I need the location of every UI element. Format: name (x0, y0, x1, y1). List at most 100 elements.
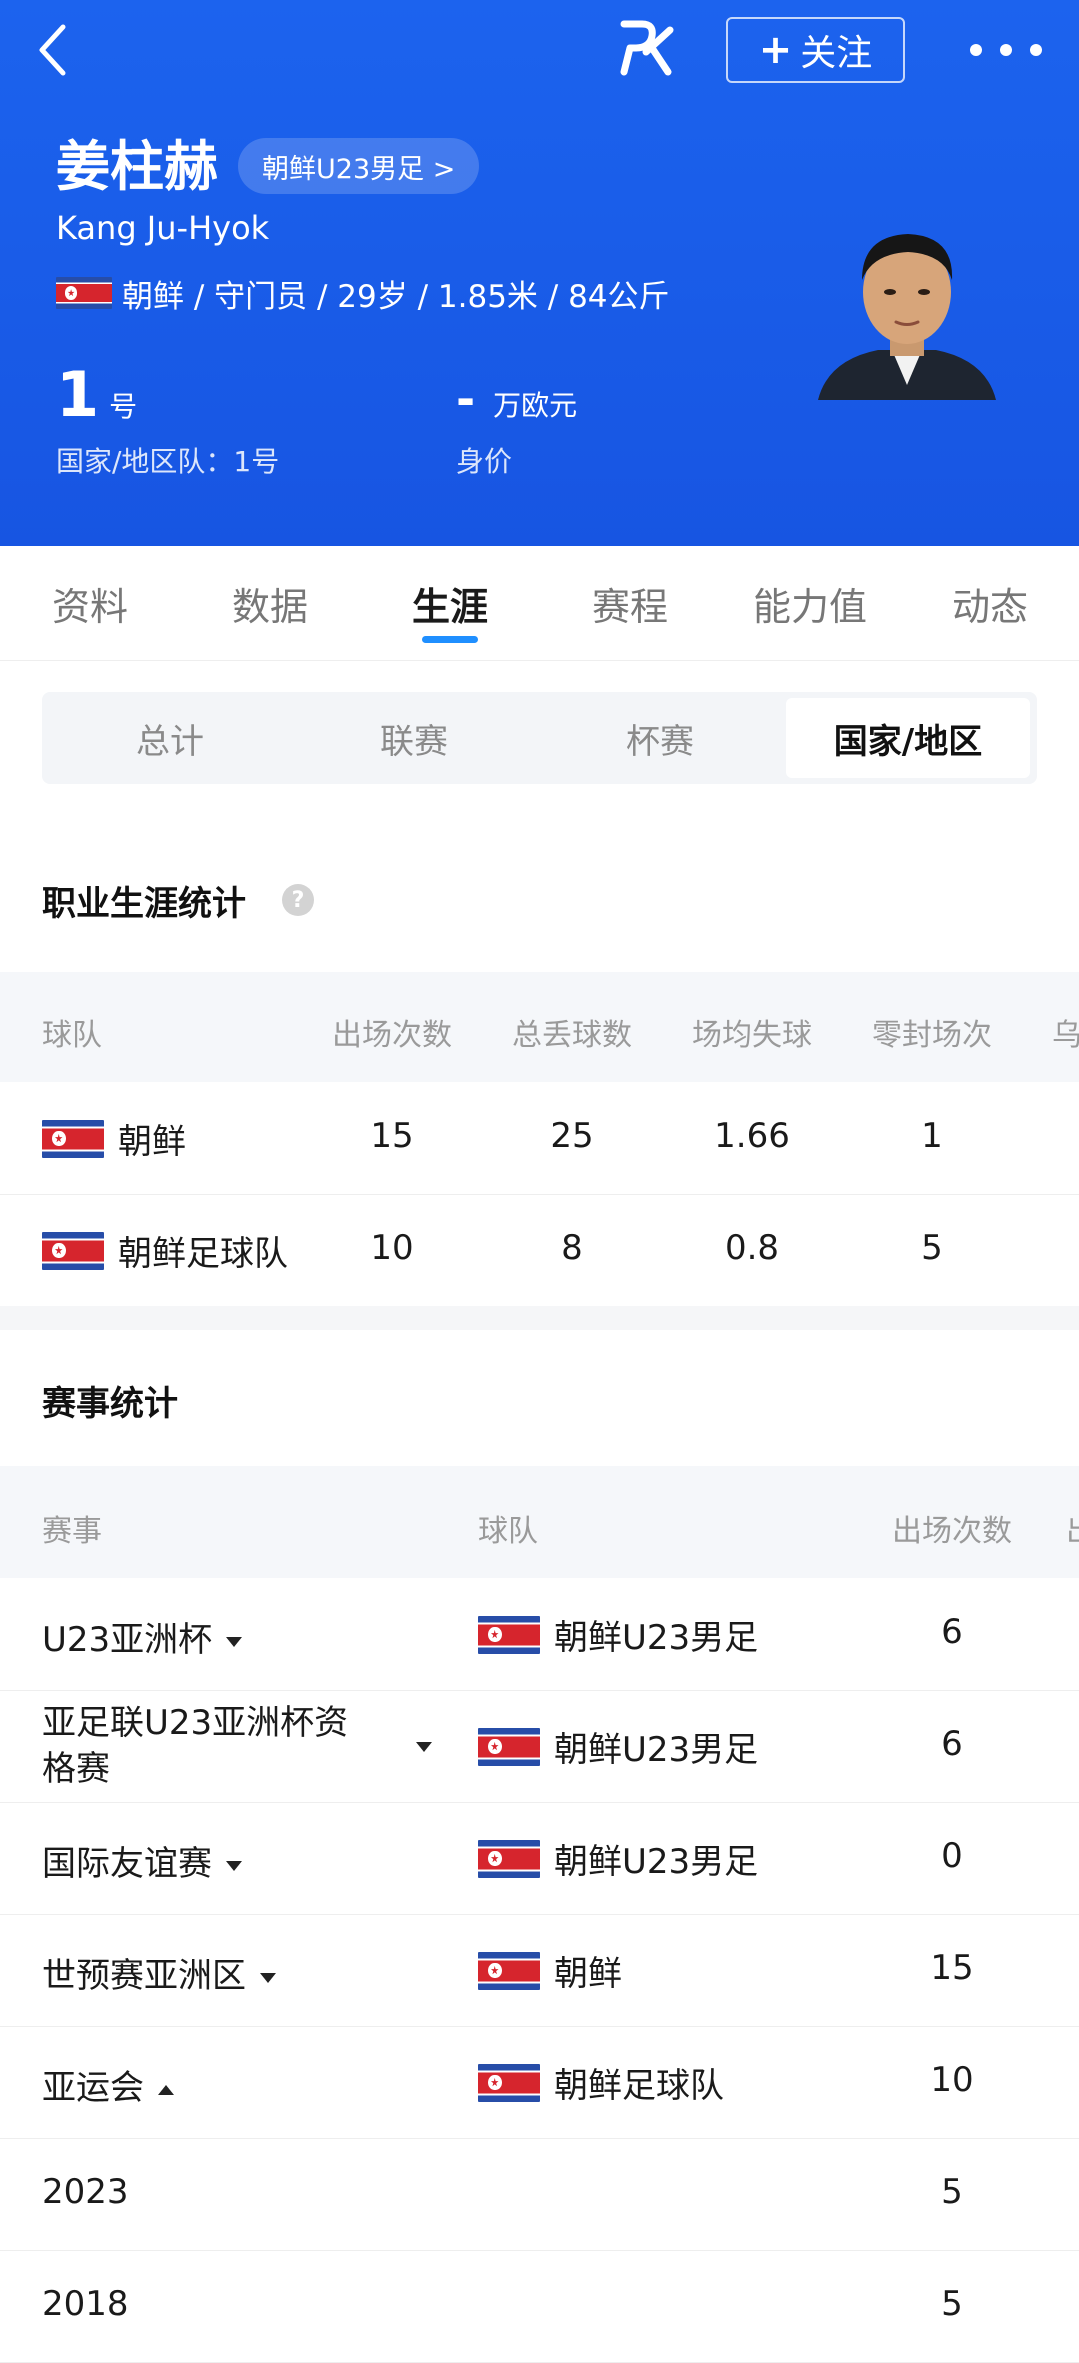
table-row[interactable]: 亚足联U23亚洲杯资 格赛 朝鲜U23男足 6 (0, 1690, 1079, 1803)
appearances-value: 0 (941, 1836, 963, 1876)
competition-name-line1: 亚足联U23亚洲杯资 (42, 1703, 349, 1743)
competition-name-line2: 格赛 (42, 1749, 110, 1789)
north-korea-flag-icon (478, 1839, 540, 1878)
north-korea-flag-icon (478, 1951, 540, 1990)
col-team: 球队 (478, 1514, 538, 1549)
competition-name-text: 亚运会 (42, 2068, 144, 2108)
competition-name[interactable]: 世预赛亚洲区 (42, 1948, 276, 1997)
tab-schedule[interactable]: 赛程 (540, 576, 720, 631)
appearances-value: 15 (930, 1948, 974, 1988)
team-cell: 朝鲜足球队 (42, 1226, 288, 1275)
season-year: 2018 (42, 2284, 129, 2324)
col-goals-conceded: 总丢球数 (512, 1018, 632, 1053)
goals-conceded-value: 8 (561, 1228, 583, 1268)
table-row[interactable]: 世预赛亚洲区 朝鲜 15 (0, 1914, 1079, 2027)
appearances-value: 10 (930, 2060, 974, 2100)
team-name: 朝鲜足球队 (554, 2066, 724, 2106)
appearances-value: 10 (370, 1228, 414, 1268)
player-info-text: 朝鲜 / 守门员 / 29岁 / 1.85米 / 84公斤 (122, 278, 670, 315)
market-value: - 万欧元 (456, 372, 577, 426)
career-table-header: 球队 出场次数 总丢球数 场均失球 零封场次 乌 (0, 972, 1079, 1082)
player-name: 姜柱赫 (56, 135, 218, 198)
market-value-amount: - (456, 372, 476, 426)
table-row[interactable]: 朝鲜足球队 10 8 0.8 5 (0, 1194, 1079, 1306)
competition-name[interactable]: U23亚洲杯 (42, 1612, 243, 1661)
col-appearances: 出场次数 (332, 1018, 452, 1053)
team-link[interactable]: 朝鲜U23男足 > (238, 138, 480, 194)
avg-conceded-value: 1.66 (714, 1116, 790, 1156)
back-button[interactable] (28, 20, 76, 80)
caret-up-icon (158, 2084, 174, 2095)
tab-profile[interactable]: 资料 (0, 576, 180, 631)
competition-table-header: 赛事 球队 出场次数 出 (0, 1466, 1079, 1578)
table-row[interactable]: U23亚洲杯 朝鲜U23男足 6 (0, 1578, 1079, 1691)
team-cell: 朝鲜U23男足 (478, 1610, 758, 1659)
avg-conceded-value: 0.8 (724, 1228, 780, 1268)
col-truncated: 出 (1066, 1506, 1079, 1550)
player-info: 朝鲜 / 守门员 / 29岁 / 1.85米 / 84公斤 (56, 268, 670, 318)
active-tab-indicator (422, 636, 478, 643)
segment-cup[interactable]: 杯赛 (538, 698, 782, 778)
follow-button[interactable]: + 关注 (726, 17, 905, 83)
tab-ability[interactable]: 能力值 (720, 576, 900, 631)
help-icon[interactable]: ? (282, 884, 314, 916)
clean-sheets-value: 5 (921, 1228, 943, 1268)
tab-career[interactable]: 生涯 (360, 576, 540, 631)
shirt-number-value: 1 (56, 358, 100, 431)
player-header: + 关注 姜柱赫 朝鲜U23男足 > Kang Ju-Hyok 朝鲜 / 守门员… (0, 0, 1079, 546)
main-tabs: 资料 数据 生涯 赛程 能力值 动态 (0, 546, 1079, 661)
col-clean-sheets: 零封场次 (872, 1018, 992, 1053)
goals-conceded-value: 25 (550, 1116, 594, 1156)
col-team: 球队 (42, 1018, 102, 1053)
segment-national[interactable]: 国家/地区 (786, 698, 1030, 778)
table-row: 2023 5 (0, 2138, 1079, 2251)
market-value-label: 身价 (456, 445, 513, 478)
player-english-name: Kang Ju-Hyok (56, 209, 270, 247)
shirt-number-unit: 号 (109, 390, 138, 423)
north-korea-flag-icon (56, 277, 112, 309)
team-name: 朝鲜U23男足 (554, 1618, 759, 1658)
caret-down-icon (226, 1636, 243, 1647)
col-competition: 赛事 (42, 1514, 102, 1549)
more-options-button[interactable] (970, 30, 1042, 70)
caret-down-icon (226, 1860, 242, 1871)
table-row[interactable]: 朝鲜 15 25 1.66 1 (0, 1082, 1079, 1195)
table-row[interactable]: 国际友谊赛 朝鲜U23男足 0 (0, 1802, 1079, 1915)
competition-name-text: U23亚洲杯 (42, 1620, 213, 1660)
competition-name[interactable]: 亚运会 (42, 2060, 174, 2109)
dot-icon (1000, 44, 1012, 56)
market-value-unit: 万欧元 (493, 389, 578, 422)
national-number-label: 国家/地区队：1号 (56, 445, 280, 478)
north-korea-flag-icon (478, 1727, 540, 1766)
segment-total[interactable]: 总计 (48, 698, 292, 778)
plus-icon: + (758, 27, 793, 73)
career-stats-title: 职业生涯统计 (42, 884, 246, 924)
team-cell: 朝鲜U23男足 (478, 1834, 758, 1883)
caret-down-icon[interactable] (416, 1742, 432, 1752)
table-row[interactable]: 亚运会 朝鲜足球队 10 (0, 2026, 1079, 2139)
player-photo (818, 234, 996, 400)
segment-league[interactable]: 联赛 (292, 698, 536, 778)
team-name: 朝鲜U23男足 (554, 1842, 759, 1882)
appearances-value: 6 (941, 1724, 963, 1764)
north-korea-flag-icon (42, 1119, 104, 1158)
team-cell: 朝鲜 (42, 1114, 186, 1163)
appearances-value: 5 (941, 2284, 963, 2324)
appearances-value: 6 (941, 1612, 963, 1652)
col-avg-conceded: 场均失球 (692, 1018, 812, 1053)
pk-logo-icon (620, 20, 674, 76)
competition-name-text: 国际友谊赛 (42, 1844, 212, 1884)
team-cell: 朝鲜U23男足 (478, 1722, 758, 1771)
shirt-number: 1 号 (56, 358, 137, 431)
competition-name[interactable]: 国际友谊赛 (42, 1836, 242, 1885)
team-name: 朝鲜U23男足 (554, 1730, 759, 1770)
tab-data[interactable]: 数据 (180, 576, 360, 631)
career-filter-segment: 总计 联赛 杯赛 国家/地区 (42, 692, 1037, 784)
clean-sheets-value: 1 (921, 1116, 943, 1156)
tab-news[interactable]: 动态 (900, 576, 1079, 631)
team-name: 朝鲜足球队 (118, 1234, 288, 1274)
appearances-value: 5 (941, 2172, 963, 2212)
competition-name[interactable]: 亚足联U23亚洲杯资 格赛 (42, 1700, 462, 1792)
dot-icon (970, 44, 982, 56)
team-name: 朝鲜 (118, 1122, 186, 1162)
